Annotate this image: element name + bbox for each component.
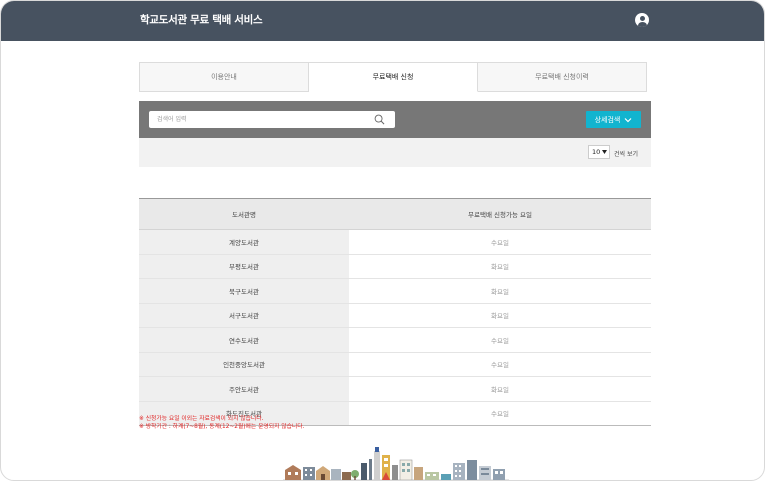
library-name: 계양도서관 bbox=[139, 229, 349, 255]
table-row: 북구도서관 화요일 bbox=[139, 278, 651, 304]
available-day: 화요일 bbox=[349, 278, 651, 304]
column-header-day: 무료택배 신청가능 요일 bbox=[349, 198, 651, 230]
advanced-search-label: 상세검색 bbox=[594, 115, 621, 124]
column-header-library: 도서관명 bbox=[139, 198, 349, 230]
search-box bbox=[149, 111, 395, 128]
user-icon[interactable] bbox=[635, 13, 649, 27]
notice-line: ※ 신청가능 요일 이외는 자료검색이 되지 않습니다. bbox=[139, 416, 264, 422]
search-icon[interactable] bbox=[374, 114, 385, 125]
available-day: 화요일 bbox=[349, 303, 651, 328]
available-day: 수요일 bbox=[349, 327, 651, 353]
table-row: 서구도서관 화요일 bbox=[139, 303, 651, 328]
search-bar: 상세검색 bbox=[139, 101, 651, 138]
library-schedule-table: 도서관명 무료택배 신청가능 요일 계양도서관 수요일 부평도서관 화요일 북구… bbox=[139, 198, 651, 426]
library-name: 서구도서관 bbox=[139, 303, 349, 328]
available-day: 화요일 bbox=[349, 376, 651, 402]
library-name: 연수도서관 bbox=[139, 327, 349, 353]
tab-history[interactable]: 무료택배 신청이력 bbox=[478, 63, 646, 91]
available-day: 수요일 bbox=[349, 352, 651, 377]
library-name: 북구도서관 bbox=[139, 278, 349, 304]
notice-text: ※ 신청가능 요일 이외는 자료검색이 되지 않습니다. ※ 방학기간 : 하계… bbox=[139, 416, 304, 431]
table-row: 연수도서관 수요일 bbox=[139, 327, 651, 353]
table-row: 부평도서관 화요일 bbox=[139, 254, 651, 279]
library-name: 주안도서관 bbox=[139, 376, 349, 402]
notice-line: ※ 방학기간 : 하계(7~8월), 동계(12~2월)에는 운영되지 않습니다… bbox=[139, 423, 305, 430]
top-header: 학교도서관 무료 택배 서비스 bbox=[1, 1, 764, 41]
available-day: 수요일 bbox=[349, 229, 651, 255]
page-size-select[interactable]: 10 bbox=[588, 145, 610, 159]
tab-guide[interactable]: 이용안내 bbox=[140, 63, 309, 91]
page-size-value: 10 bbox=[592, 148, 601, 156]
advanced-search-button[interactable]: 상세검색 bbox=[586, 111, 641, 128]
table-row: 주안도서관 화요일 bbox=[139, 376, 651, 402]
table-header-row: 도서관명 무료택배 신청가능 요일 bbox=[139, 198, 651, 230]
city-illustration bbox=[283, 447, 509, 480]
table-row: 계양도서관 수요일 bbox=[139, 229, 651, 255]
available-day: 수요일 bbox=[349, 401, 651, 426]
chevron-down-icon bbox=[602, 150, 607, 154]
search-input[interactable] bbox=[149, 111, 377, 128]
tab-apply[interactable]: 무료택배 신청 bbox=[309, 63, 478, 92]
tab-bar: 이용안내 무료택배 신청 무료택배 신청이력 bbox=[139, 62, 647, 92]
library-name: 부평도서관 bbox=[139, 254, 349, 279]
list-options-bar: 10 건씩 보기 bbox=[139, 138, 651, 167]
available-day: 화요일 bbox=[349, 254, 651, 279]
app-window: 학교도서관 무료 택배 서비스 이용안내 무료택배 신청 무료택배 신청이력 상… bbox=[0, 0, 765, 481]
library-name: 인천중앙도서관 bbox=[139, 352, 349, 377]
page-title: 학교도서관 무료 택배 서비스 bbox=[140, 14, 263, 26]
chevron-down-icon bbox=[624, 117, 632, 122]
page-size-label: 건씩 보기 bbox=[614, 151, 638, 158]
table-row: 인천중앙도서관 수요일 bbox=[139, 352, 651, 377]
